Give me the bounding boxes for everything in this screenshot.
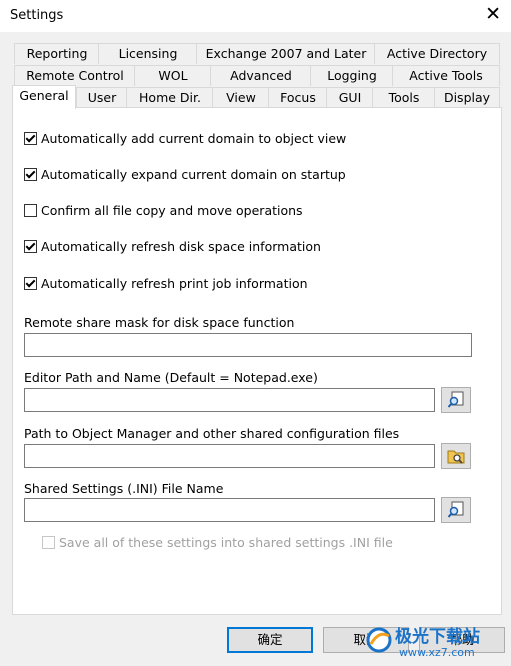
- checkbox-label: Automatically refresh disk space informa…: [41, 238, 321, 254]
- checkbox-label: Automatically expand current domain on s…: [41, 166, 346, 182]
- title-bar: Settings ✕: [0, 0, 511, 32]
- tab-view[interactable]: View: [212, 87, 270, 108]
- folder-search-icon: [447, 450, 465, 464]
- remote-share-label: Remote share mask for disk space functio…: [24, 315, 295, 330]
- ok-button[interactable]: 确定: [227, 627, 313, 653]
- checkbox-checked-icon[interactable]: [24, 239, 37, 253]
- checkbox-checked-icon[interactable]: [24, 131, 37, 145]
- checkbox-label: Automatically refresh print job informat…: [41, 275, 308, 291]
- checkbox-checked-icon[interactable]: [24, 276, 37, 290]
- object-manager-input[interactable]: [24, 444, 435, 468]
- tab-focus[interactable]: Focus: [268, 87, 328, 108]
- shared-ini-input[interactable]: [24, 498, 435, 522]
- checkbox-confirm-copy[interactable]: Confirm all file copy and move operation…: [24, 202, 303, 218]
- checkbox-label: Save all of these settings into shared s…: [59, 534, 393, 550]
- checkbox-refresh-print[interactable]: Automatically refresh print job informat…: [24, 275, 308, 291]
- checkbox-add-domain[interactable]: Automatically add current domain to obje…: [24, 130, 346, 146]
- checkbox-save-ini: Save all of these settings into shared s…: [42, 534, 393, 550]
- tab-tools[interactable]: Tools: [372, 87, 436, 108]
- tab-reporting[interactable]: Reporting: [14, 43, 100, 64]
- search-file-icon: [447, 391, 464, 408]
- search-file-icon: [447, 501, 464, 518]
- tab-advanced[interactable]: Advanced: [210, 65, 312, 86]
- tab-active-directory[interactable]: Active Directory: [374, 43, 500, 64]
- remote-share-input[interactable]: [24, 333, 472, 357]
- checkbox-label: Confirm all file copy and move operation…: [41, 202, 303, 218]
- tab-logging[interactable]: Logging: [310, 65, 394, 86]
- close-icon[interactable]: ✕: [485, 3, 501, 25]
- watermark-url: www.xz7.com: [399, 646, 475, 659]
- tab-user[interactable]: User: [76, 87, 128, 108]
- tab-active-tools[interactable]: Active Tools: [392, 65, 500, 86]
- shared-ini-label: Shared Settings (.INI) File Name: [24, 481, 224, 496]
- checkbox-refresh-disk[interactable]: Automatically refresh disk space informa…: [24, 238, 321, 254]
- checkbox-expand-domain[interactable]: Automatically expand current domain on s…: [24, 166, 346, 182]
- tab-general[interactable]: General: [12, 85, 76, 109]
- browse-ini-button[interactable]: [441, 497, 471, 523]
- object-manager-label: Path to Object Manager and other shared …: [24, 426, 400, 441]
- tab-display[interactable]: Display: [434, 87, 500, 108]
- checkbox-disabled-icon: [42, 535, 55, 549]
- tab-home-dir[interactable]: Home Dir.: [126, 87, 214, 108]
- tab-remote-control[interactable]: Remote Control: [14, 65, 136, 86]
- tab-wol[interactable]: WOL: [134, 65, 212, 86]
- tab-exchange[interactable]: Exchange 2007 and Later: [196, 43, 376, 64]
- editor-path-label: Editor Path and Name (Default = Notepad.…: [24, 370, 318, 385]
- tab-licensing[interactable]: Licensing: [98, 43, 198, 64]
- browse-editor-button[interactable]: [441, 387, 471, 413]
- checkbox-unchecked-icon[interactable]: [24, 203, 37, 217]
- checkbox-label: Automatically add current domain to obje…: [41, 130, 347, 146]
- editor-path-input[interactable]: [24, 388, 435, 412]
- aurora-logo-icon: 极光下载站 www.xz7.com: [366, 626, 480, 659]
- window-title: Settings: [10, 8, 64, 23]
- tab-gui[interactable]: GUI: [326, 87, 374, 108]
- browse-folder-button[interactable]: [441, 443, 471, 469]
- checkbox-checked-icon[interactable]: [24, 167, 37, 181]
- watermark-logo: 极光下载站 www.xz7.com: [365, 622, 505, 660]
- watermark-text: 极光下载站: [395, 626, 480, 647]
